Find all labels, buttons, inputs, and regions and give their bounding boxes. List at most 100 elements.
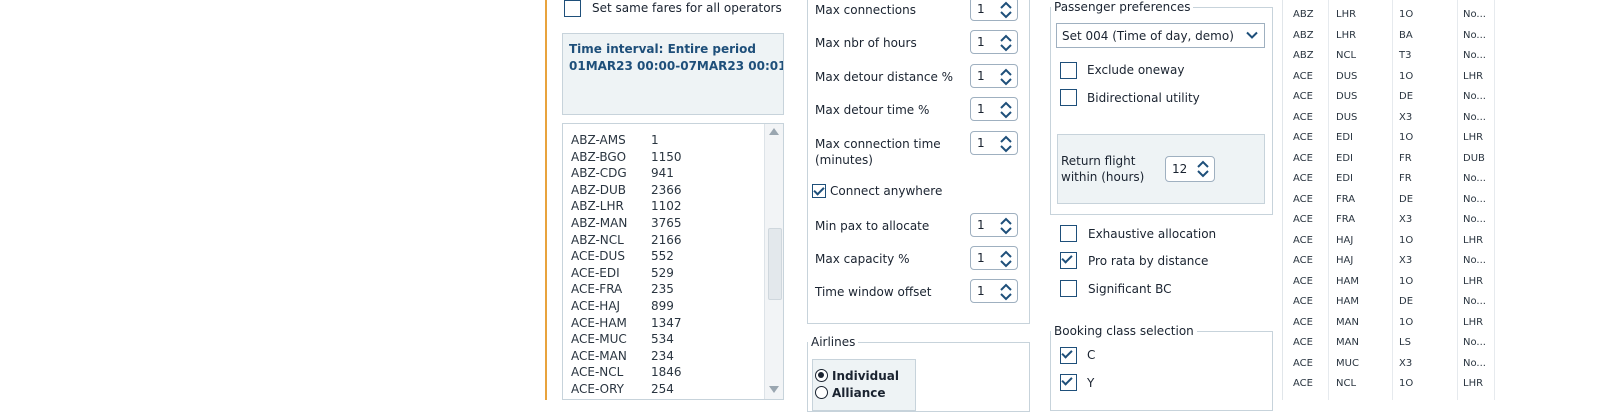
od-list-item[interactable]: ABZ-LHR: [571, 199, 624, 213]
param-spinner[interactable]: 1: [970, 131, 1018, 155]
table-row[interactable]: ACE HAJ X3 No...: [1283, 251, 1495, 271]
param-spinner[interactable]: 1: [970, 279, 1018, 303]
booking-class-y-checkbox[interactable]: [1060, 374, 1077, 391]
od-list[interactable]: ABZ-AMS 1 ABZ-BGO 1150 ABZ-CDG 941 ABZ-DUB 2366…: [562, 123, 784, 400]
od-list-item[interactable]: ABZ-NCL: [571, 233, 624, 247]
bidirectional-label: Bidirectional utility: [1087, 91, 1200, 105]
table-row[interactable]: ABZ NCL T3 No...: [1283, 46, 1495, 66]
od-list-item[interactable]: ABZ-AMS: [571, 133, 626, 147]
od-list-item[interactable]: ACE-HAM: [571, 316, 627, 330]
table-row[interactable]: ABZ LHR BA No...: [1283, 26, 1495, 46]
table-cell: ACE: [1293, 337, 1313, 348]
od-list-value: 1102: [651, 199, 682, 214]
table-cell: No...: [1463, 91, 1486, 102]
radio-alliance[interactable]: [815, 386, 828, 399]
table-row[interactable]: ACE HAM DE No...: [1283, 292, 1495, 312]
table-row[interactable]: ACE FRA DE No...: [1283, 190, 1495, 210]
radio-alliance-label: Alliance: [832, 386, 886, 400]
connect-anywhere-checkbox[interactable]: [812, 184, 826, 198]
od-list-item[interactable]: ACE-FRA: [571, 282, 622, 296]
significant-bc-checkbox[interactable]: [1060, 280, 1077, 297]
table-cell: No...: [1463, 255, 1486, 266]
passenger-preferences-title: Passenger preferences: [1051, 0, 1194, 14]
table-row[interactable]: ACE HAM 1O LHR: [1283, 272, 1495, 292]
table-cell: DUB: [1463, 152, 1485, 164]
spinner-arrows-icon[interactable]: [999, 67, 1013, 87]
booking-class-c-checkbox[interactable]: [1060, 347, 1077, 364]
spinner-arrows-icon[interactable]: [999, 134, 1013, 154]
result-table[interactable]: ABZ LHR 1O No... ABZ LHR BA No... ABZ NCL T3 No... A…: [1282, 0, 1495, 400]
param-spinner[interactable]: 1: [970, 64, 1018, 88]
od-list-value: 552: [651, 249, 674, 264]
table-cell: 1O: [1399, 70, 1414, 82]
significant-bc-label: Significant BC: [1088, 282, 1172, 296]
table-cell: X3: [1399, 255, 1413, 266]
table-row[interactable]: ACE NCL 1O LHR: [1283, 374, 1495, 394]
od-list-value: 1347: [651, 315, 682, 330]
spinner-arrows-icon[interactable]: [1196, 159, 1210, 179]
table-row[interactable]: ACE MUC X3 No...: [1283, 354, 1495, 374]
table-row[interactable]: ACE MAN 1O LHR: [1283, 313, 1495, 333]
scroll-thumb[interactable]: [768, 228, 782, 300]
od-list-item[interactable]: ABZ-BGO: [571, 150, 626, 164]
table-cell: No...: [1463, 214, 1486, 225]
table-row[interactable]: ACE FRA X3 No...: [1283, 210, 1495, 230]
table-cell: ABZ: [1293, 29, 1314, 41]
od-list-scrollbar[interactable]: [764, 124, 783, 399]
param-spinner[interactable]: 1: [970, 213, 1018, 237]
spinner-arrows-icon[interactable]: [999, 33, 1013, 53]
spinner-arrows-icon[interactable]: [999, 0, 1013, 20]
param-spinner[interactable]: 1: [970, 246, 1018, 270]
return-flight-spinner[interactable]: 12: [1165, 156, 1215, 182]
exhaustive-allocation-checkbox[interactable]: [1060, 225, 1077, 242]
od-list-value: 534: [651, 332, 674, 347]
param-spinner[interactable]: 1: [970, 0, 1018, 21]
table-cell: DUS: [1336, 91, 1358, 102]
table-row[interactable]: ACE HAJ 1O LHR: [1283, 231, 1495, 251]
od-list-item[interactable]: ACE-HAJ: [571, 299, 620, 313]
pro-rata-checkbox[interactable]: [1060, 252, 1077, 269]
spinner-arrows-icon[interactable]: [999, 282, 1013, 302]
table-row[interactable]: ABZ LHR 1O No...: [1283, 5, 1495, 25]
table-row[interactable]: ACE EDI FR No...: [1283, 169, 1495, 189]
scroll-down-icon[interactable]: [769, 386, 779, 393]
spinner-arrows-icon[interactable]: [999, 216, 1013, 236]
scroll-up-icon[interactable]: [769, 128, 779, 135]
exclude-oneway-label: Exclude oneway: [1087, 63, 1185, 77]
exclude-oneway-checkbox[interactable]: [1060, 62, 1077, 79]
table-cell: 1O: [1399, 275, 1414, 287]
od-list-item[interactable]: ABZ-DUB: [571, 183, 626, 197]
param-value: 1: [977, 35, 985, 49]
od-list-item[interactable]: ACE-DUS: [571, 249, 625, 263]
same-fares-checkbox[interactable]: [564, 0, 581, 17]
od-list-item[interactable]: ABZ-CDG: [571, 166, 627, 180]
table-row[interactable]: ACE DUS X3 No...: [1283, 108, 1495, 128]
od-list-item[interactable]: ACE-MAN: [571, 349, 627, 363]
table-cell: ACE: [1293, 357, 1313, 369]
preference-set-select[interactable]: Set 004 (Time of day, demo): [1056, 23, 1265, 48]
param-spinner[interactable]: 1: [970, 97, 1018, 121]
param-value: 1: [977, 284, 985, 298]
bidirectional-checkbox[interactable]: [1060, 89, 1077, 106]
od-list-item[interactable]: ACE-NCL: [571, 365, 623, 379]
radio-individual[interactable]: [815, 369, 828, 382]
param-value: 1: [977, 218, 985, 232]
table-row[interactable]: ACE EDI 1O LHR: [1283, 128, 1495, 148]
table-cell: ACE: [1293, 255, 1313, 266]
od-list-item[interactable]: ACE-EDI: [571, 266, 620, 280]
table-cell: LHR: [1463, 70, 1484, 82]
table-row[interactable]: ACE DUS 1O LHR: [1283, 67, 1495, 87]
od-list-item[interactable]: ACE-MUC: [571, 332, 627, 346]
spinner-arrows-icon[interactable]: [999, 249, 1013, 269]
od-list-item[interactable]: ACE-ORY: [571, 382, 624, 396]
radio-individual-label: Individual: [832, 369, 899, 383]
param-spinner[interactable]: 1: [970, 30, 1018, 54]
table-cell: No...: [1463, 296, 1486, 307]
table-row[interactable]: ACE MAN LS No...: [1283, 333, 1495, 353]
table-cell: ACE: [1293, 152, 1313, 164]
param-label: Max connections: [815, 3, 916, 17]
od-list-item[interactable]: ABZ-MAN: [571, 216, 627, 230]
table-row[interactable]: ACE EDI FR DUB: [1283, 149, 1495, 169]
spinner-arrows-icon[interactable]: [999, 100, 1013, 120]
table-row[interactable]: ACE DUS DE No...: [1283, 87, 1495, 107]
